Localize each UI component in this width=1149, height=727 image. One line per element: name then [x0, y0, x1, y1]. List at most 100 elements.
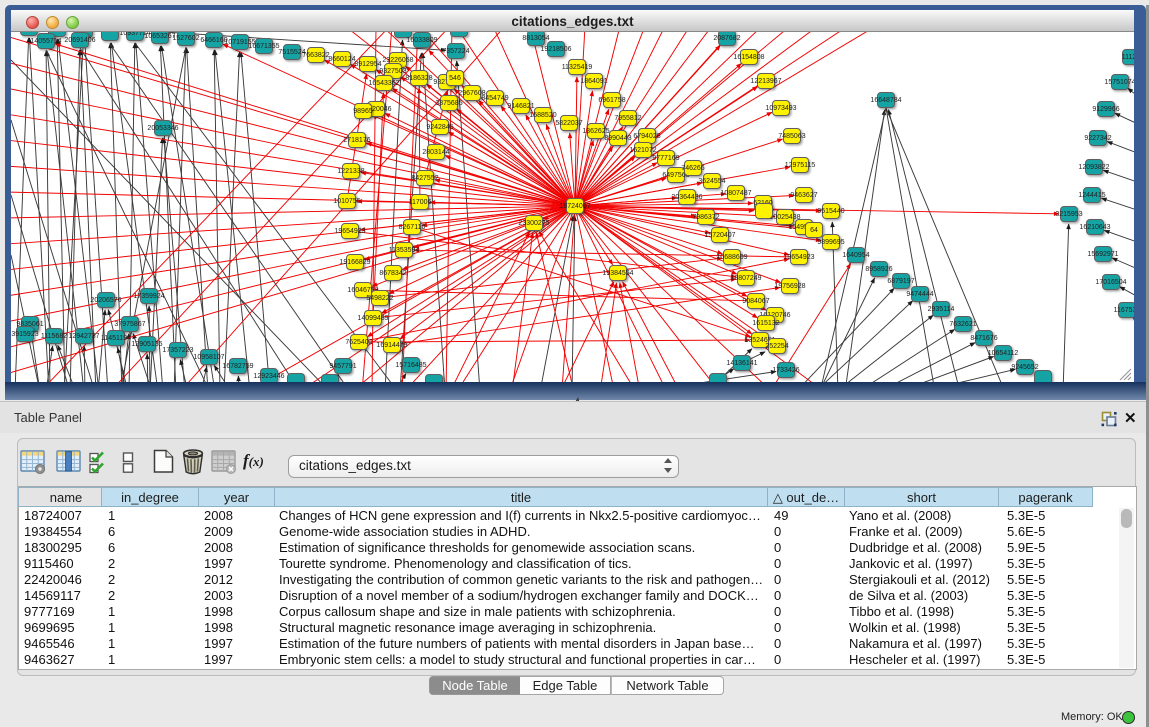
svg-text:11325419: 11325419 — [562, 64, 593, 71]
svg-text:1527602: 1527602 — [172, 35, 199, 42]
svg-text:1221338: 1221338 — [337, 168, 364, 175]
svg-text:3875685: 3875685 — [435, 100, 462, 107]
svg-text:14055714: 14055714 — [30, 38, 61, 45]
svg-text:19384554: 19384554 — [602, 270, 633, 277]
svg-text:10688609: 10688609 — [716, 254, 747, 261]
svg-text:14136141: 14136141 — [726, 360, 757, 367]
svg-text:9463627: 9463627 — [790, 192, 817, 199]
svg-text:23300275: 23300275 — [518, 220, 549, 227]
svg-text:16671355: 16671355 — [248, 43, 279, 50]
svg-text:15720407: 15720407 — [704, 232, 735, 239]
svg-text:8912954: 8912954 — [354, 61, 381, 68]
svg-text:2803144: 2803144 — [422, 149, 449, 156]
svg-text:2718176: 2718176 — [343, 137, 370, 144]
svg-text:9146821: 9146821 — [507, 103, 534, 110]
svg-text:5498222: 5498222 — [366, 295, 393, 302]
svg-text:7485063: 7485063 — [778, 133, 805, 140]
svg-text:1362625: 1362625 — [582, 128, 609, 135]
svg-text:1588520: 1588520 — [529, 112, 556, 119]
svg-text:252254: 252254 — [765, 343, 788, 350]
svg-text:10025438: 10025438 — [769, 214, 800, 221]
svg-text:16033809: 16033809 — [406, 37, 437, 44]
svg-text:20053346: 20053346 — [147, 125, 178, 132]
svg-text:17357223: 17357223 — [162, 347, 193, 354]
svg-text:10958107: 10958107 — [193, 354, 224, 361]
svg-text:6794028: 6794028 — [633, 133, 660, 140]
svg-text:10653267: 10653267 — [144, 33, 175, 40]
svg-text:12905135: 12905135 — [131, 341, 162, 348]
svg-text:1615132: 1615132 — [752, 320, 779, 327]
svg-text:11353594: 11353594 — [389, 247, 420, 254]
svg-text:12923446: 12923446 — [253, 373, 284, 380]
svg-text:12942737: 12942737 — [68, 333, 99, 340]
svg-text:1640954: 1640954 — [842, 252, 869, 259]
svg-text:8427552: 8427552 — [411, 175, 438, 182]
svg-text:6879197: 6879197 — [887, 278, 914, 285]
svg-text:1167533: 1167533 — [1114, 307, 1134, 314]
svg-text:23226058: 23226058 — [382, 57, 413, 64]
svg-text:7955812: 7955812 — [614, 115, 641, 122]
svg-text:19756928: 19756928 — [774, 283, 805, 290]
svg-text:7632621: 7632621 — [949, 321, 976, 328]
svg-text:19218506: 19218506 — [540, 46, 571, 53]
svg-text:9129966: 9129966 — [1092, 106, 1119, 113]
svg-text:19654923: 19654923 — [334, 228, 365, 235]
svg-text:5822037: 5822037 — [555, 120, 582, 127]
svg-text:10654112: 10654112 — [988, 350, 1019, 357]
svg-text:3624554: 3624554 — [698, 178, 725, 185]
svg-text:8454749: 8454749 — [481, 95, 508, 102]
svg-text:546: 546 — [449, 75, 461, 82]
svg-text:14099489: 14099489 — [357, 315, 388, 322]
svg-text:10973493: 10973493 — [765, 105, 796, 112]
svg-text:16914479: 16914479 — [376, 342, 407, 349]
svg-text:16648784: 16648784 — [870, 97, 901, 104]
svg-text:18807249: 18807249 — [730, 275, 761, 282]
svg-text:2087682: 2087682 — [713, 35, 740, 42]
svg-text:15692971: 15692971 — [1087, 251, 1118, 258]
svg-text:7663822: 7663822 — [302, 52, 329, 59]
svg-text:9457791: 9457791 — [329, 363, 356, 370]
svg-text:746266: 746266 — [681, 165, 704, 172]
svg-text:9899695: 9899695 — [817, 239, 844, 246]
svg-text:8471676: 8471676 — [970, 335, 997, 342]
svg-text:16154808: 16154808 — [733, 54, 764, 61]
svg-text:15751074: 15751074 — [1104, 79, 1134, 86]
svg-text:11451194: 11451194 — [101, 335, 131, 342]
svg-text:17016504: 17016504 — [1095, 279, 1126, 286]
svg-text:1733426: 1733426 — [772, 367, 799, 374]
svg-text:20364436: 20364436 — [671, 194, 702, 201]
svg-text:8678342: 8678342 — [379, 270, 406, 277]
svg-text:1115682: 1115682 — [41, 333, 67, 340]
svg-text:9242845: 9242845 — [426, 124, 453, 131]
svg-text:3215953: 3215953 — [1055, 211, 1082, 218]
svg-text:16782759: 16782759 — [222, 363, 253, 370]
svg-text:20691406: 20691406 — [64, 37, 95, 44]
svg-text:8660124: 8660124 — [328, 56, 355, 63]
svg-text:7986372: 7986372 — [692, 214, 719, 221]
svg-text:17359924: 17359924 — [133, 293, 164, 300]
svg-text:1621072: 1621072 — [629, 147, 656, 154]
svg-text:20206576: 20206576 — [90, 297, 121, 304]
svg-text:98965: 98965 — [353, 108, 373, 115]
svg-text:8813054: 8813054 — [522, 35, 549, 42]
svg-text:9084067: 9084067 — [742, 298, 769, 305]
svg-text:37975867: 37975867 — [114, 321, 145, 328]
svg-text:9777169: 9777169 — [652, 155, 679, 162]
svg-text:1010755: 1010755 — [333, 198, 360, 205]
svg-text:9515440: 9515440 — [817, 208, 844, 215]
svg-text:3915923: 3915923 — [11, 331, 38, 338]
svg-text:64: 64 — [810, 227, 818, 234]
svg-text:8958926: 8958926 — [865, 266, 892, 273]
svg-text:19654923: 19654923 — [783, 254, 814, 261]
svg-text:8267110: 8267110 — [399, 224, 426, 231]
svg-text:8186328: 8186328 — [405, 75, 432, 82]
svg-text:9474444: 9474444 — [906, 291, 933, 298]
svg-text:16543362: 16543362 — [368, 80, 399, 87]
svg-text:9227342: 9227342 — [1084, 135, 1111, 142]
svg-text:18724007: 18724007 — [559, 203, 590, 210]
svg-text:15716485: 15716485 — [395, 362, 426, 369]
svg-text:1244415: 1244415 — [1078, 192, 1105, 199]
svg-text:7625402: 7625402 — [345, 339, 372, 346]
svg-text:16210643: 16210643 — [1079, 224, 1110, 231]
svg-text:8990443: 8990443 — [604, 135, 631, 142]
